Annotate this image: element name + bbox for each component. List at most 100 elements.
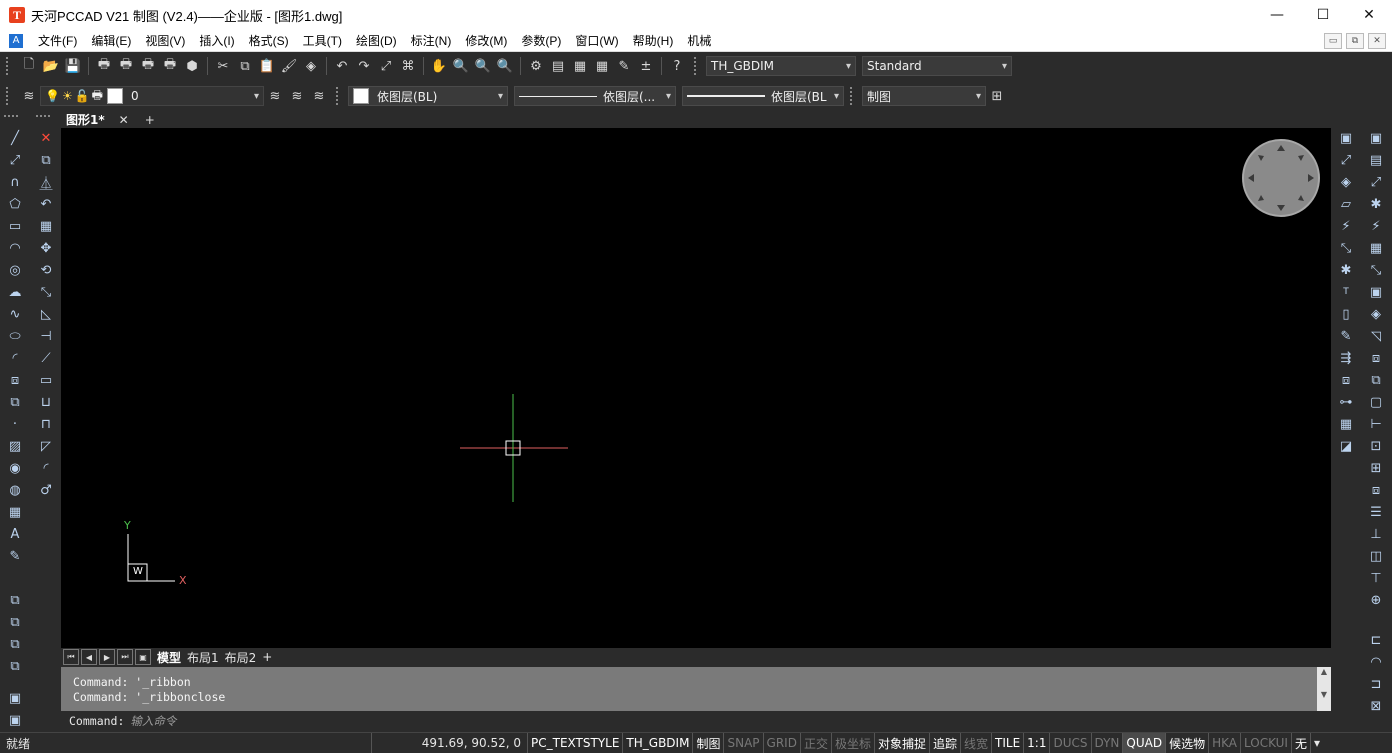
save-icon[interactable]: 💾 — [64, 57, 82, 75]
color-select[interactable]: 依图层(BL) ▾ — [348, 86, 508, 106]
region-icon[interactable]: ◍ — [5, 480, 25, 500]
menu-mechanical[interactable]: 机械 — [680, 32, 718, 49]
view-side-icon[interactable]: ⧉ — [5, 656, 25, 676]
status-toggle[interactable]: 1:1 — [1024, 733, 1051, 753]
calculator-icon[interactable]: ± — [637, 57, 655, 75]
tool-palettes-icon[interactable]: ▦ — [571, 57, 589, 75]
plotstyle-select[interactable]: 制图 ▾ — [862, 86, 986, 106]
mech-tool-33-icon[interactable]: ☰ — [1366, 502, 1386, 522]
mech-tool-25-icon[interactable]: ◹ — [1366, 326, 1386, 346]
make-current-layer-icon[interactable]: ≋ — [266, 87, 284, 105]
join-icon[interactable]: ⊓ — [36, 414, 56, 434]
mech-tool-27-icon[interactable]: ⧉ — [1366, 370, 1386, 390]
doc-restore-button[interactable]: ⧉ — [1346, 33, 1364, 49]
design-center-icon[interactable]: ▤ — [549, 57, 567, 75]
navigation-wheel-icon[interactable] — [1242, 139, 1320, 217]
status-toggle[interactable]: QUAD — [1123, 733, 1167, 753]
mech-tool-36-icon[interactable]: ⊤ — [1366, 568, 1386, 588]
mech-tool-28-icon[interactable]: ▢ — [1366, 392, 1386, 412]
mech-tool-2-icon[interactable]: ⤢ — [1336, 150, 1356, 170]
arc-icon[interactable]: ◠ — [5, 238, 25, 258]
mech-tool-37-icon[interactable]: ⊕ — [1366, 590, 1386, 610]
status-toggle[interactable]: LOCKUI — [1241, 733, 1292, 753]
ellipse-arc-icon[interactable]: ◜ — [5, 348, 25, 368]
grid-table-icon[interactable]: ⊞ — [988, 87, 1006, 105]
close-button[interactable]: ✕ — [1346, 0, 1392, 30]
toolbar-grip[interactable] — [850, 87, 858, 105]
print-icon[interactable]: 🖶 — [95, 57, 113, 75]
mech-tool-15-icon[interactable]: ◪ — [1336, 436, 1356, 456]
view-front-icon[interactable]: ⧉ — [5, 634, 25, 654]
gradient-icon[interactable]: ◉ — [5, 458, 25, 478]
circle-icon[interactable]: ◎ — [5, 260, 25, 280]
drawing-canvas[interactable]: Y X W — [61, 128, 1331, 648]
tool-palette-icon[interactable]: ⌘ — [399, 57, 417, 75]
polygon-icon[interactable]: ⬠ — [5, 194, 25, 214]
mech-tool-24-icon[interactable]: ◈ — [1366, 304, 1386, 324]
extend-icon[interactable]: ⟋ — [36, 348, 56, 368]
menu-modify[interactable]: 修改(M) — [458, 32, 514, 49]
mech-tool-41-icon[interactable]: ⊠ — [1366, 696, 1386, 716]
ellipse-icon[interactable]: ⬭ — [5, 326, 25, 346]
menu-window[interactable]: 窗口(W) — [568, 32, 625, 49]
menu-help[interactable]: 帮助(H) — [626, 32, 681, 49]
command-input[interactable]: 输入命令 — [130, 713, 176, 729]
copy-object-icon[interactable]: ⧉ — [36, 150, 56, 170]
layer-select[interactable]: 💡 ☀ 🔓 🖶 0 ▾ — [40, 86, 264, 106]
mech-tool-3-icon[interactable]: ◈ — [1336, 172, 1356, 192]
properties-icon[interactable]: ⚙ — [527, 57, 545, 75]
status-toggle[interactable]: PC_TEXTSTYLE — [528, 733, 624, 753]
lineweight-select[interactable]: 依图层(BL ▾ — [682, 86, 844, 106]
line-icon[interactable]: ╱ — [5, 128, 25, 148]
tab-layout2[interactable]: 布局2 — [225, 649, 257, 666]
status-toggle[interactable]: 候选物 — [1166, 733, 1210, 753]
mech-tool-13-icon[interactable]: ⊶ — [1336, 392, 1356, 412]
mech-tool-31-icon[interactable]: ⊞ — [1366, 458, 1386, 478]
maximize-button[interactable]: ☐ — [1300, 0, 1346, 30]
point-icon[interactable]: · — [5, 414, 25, 434]
fillet-icon[interactable]: ◜ — [36, 458, 56, 478]
mech-tool-19-icon[interactable]: ✱ — [1366, 194, 1386, 214]
text-find-icon[interactable]: ▣ — [5, 710, 25, 730]
erase-icon[interactable]: ✕ — [36, 128, 56, 148]
array-icon[interactable]: ▦ — [36, 216, 56, 236]
tab-drawing1[interactable]: 图形1* ✕ + — [66, 111, 155, 128]
first-tab-icon[interactable]: ⏮ — [63, 649, 79, 665]
mech-text-icon[interactable]: T — [1336, 282, 1356, 302]
undo-icon[interactable]: ↶ — [333, 57, 351, 75]
last-tab-icon[interactable]: ⏭ — [117, 649, 133, 665]
explode-icon[interactable]: ♂ — [36, 480, 56, 500]
mech-tool-20-icon[interactable]: ⚡ — [1366, 216, 1386, 236]
mech-tool-23-icon[interactable]: ▣ — [1366, 282, 1386, 302]
status-toggle[interactable]: 正交 — [801, 733, 832, 753]
match-properties-icon[interactable]: 🖌 — [280, 57, 298, 75]
menu-format[interactable]: 格式(S) — [242, 32, 296, 49]
doc-minimize-button[interactable]: ▭ — [1324, 33, 1342, 49]
mech-tool-18-icon[interactable]: ⤢ — [1366, 172, 1386, 192]
tab-list-icon[interactable]: ▣ — [135, 649, 151, 665]
toolbar-grip[interactable] — [694, 57, 702, 75]
add-tab-icon[interactable]: + — [145, 113, 155, 127]
zoom-window-icon[interactable]: 🔍 — [474, 57, 492, 75]
command-line[interactable]: Command: 输入命令 — [61, 711, 1331, 731]
tab-layout1[interactable]: 布局1 — [187, 649, 219, 666]
polyline-icon[interactable]: ∩ — [5, 172, 25, 192]
rotate-icon[interactable]: ⟲ — [36, 260, 56, 280]
make-block-icon[interactable]: ⧉ — [5, 392, 25, 412]
mech-tool-34-icon[interactable]: ⊥ — [1366, 524, 1386, 544]
mech-tool-9-icon[interactable]: ▯ — [1336, 304, 1356, 324]
menu-draw[interactable]: 绘图(D) — [349, 32, 404, 49]
copy-icon[interactable]: ⧉ — [236, 57, 254, 75]
break-at-point-icon[interactable]: ▭ — [36, 370, 56, 390]
redo-icon[interactable]: ↷ — [355, 57, 373, 75]
markup-icon[interactable]: ✎ — [615, 57, 633, 75]
mech-tool-35-icon[interactable]: ◫ — [1366, 546, 1386, 566]
add-layout-icon[interactable]: + — [262, 650, 272, 664]
view-top-icon[interactable]: ⧉ — [5, 612, 25, 632]
toolbar-grip[interactable] — [336, 87, 344, 105]
mech-tool-7-icon[interactable]: ✱ — [1336, 260, 1356, 280]
new-file-icon[interactable]: 🗋 — [20, 57, 38, 75]
stretch-icon[interactable]: ◺ — [36, 304, 56, 324]
zoom-previous-icon[interactable]: 🔍 — [496, 57, 514, 75]
status-toggle[interactable]: 极坐标 — [832, 733, 875, 753]
